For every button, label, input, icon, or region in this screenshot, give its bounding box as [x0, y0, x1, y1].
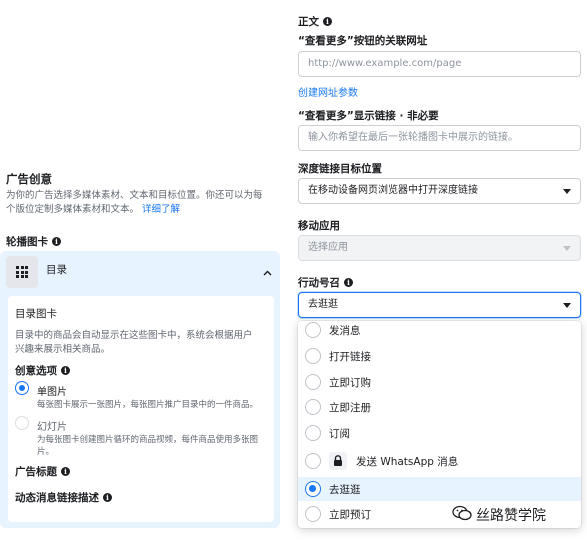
deeplink-label: 深度链接目标位置	[298, 163, 382, 175]
catalog-card-desc-line2: 兴趣来展示相关商品。	[15, 344, 111, 355]
mobile-app-label: 移动应用	[298, 220, 340, 232]
see-more-url-input[interactable]: http://www.example.com/page	[298, 51, 581, 77]
deeplink-select[interactable]: 在移动设备网页浏览器中打开深度链接	[298, 178, 581, 204]
section-desc-line2: 个版位定制多媒体素材和文本。	[6, 204, 140, 215]
cta-option[interactable]: 立即注册	[298, 395, 581, 419]
cta-option-selected[interactable]: 去逛逛	[298, 477, 581, 501]
slideshow-desc-line1: 为每张图卡创建图片循环的商品视频，每件商品使用多张图	[37, 435, 259, 445]
caret-down-icon	[563, 246, 571, 251]
cta-option[interactable]: 订阅	[298, 421, 581, 445]
slideshow-radio[interactable]	[15, 416, 29, 430]
cta-option[interactable]: 发消息	[298, 321, 581, 342]
chevron-up-icon[interactable]	[263, 266, 272, 279]
info-icon[interactable]: i	[103, 493, 112, 502]
cta-label: 行动号召 i	[298, 275, 353, 290]
info-icon[interactable]: i	[344, 278, 353, 287]
see-more-url-label: “查看更多”按钮的关联网址	[298, 35, 428, 47]
radio-icon	[305, 322, 321, 338]
single-image-title: 单图片	[37, 387, 67, 398]
carousel-label: 轮播图卡 i	[6, 234, 61, 249]
catalog-thumbnail	[6, 256, 38, 288]
headline-label: 广告标题 i	[15, 464, 70, 479]
caret-down-icon	[563, 303, 571, 308]
learn-more-link[interactable]: 详细了解	[142, 204, 180, 215]
slideshow-title: 幻灯片	[37, 422, 67, 433]
catalog-card-desc-line1: 目录中的商品会自动显示在这些图卡中，系统会根据用户	[15, 330, 253, 341]
cta-option[interactable]: 打开链接	[298, 344, 581, 368]
lock-icon	[329, 452, 347, 470]
cta-select[interactable]: 去逛逛	[298, 292, 581, 318]
radio-icon	[305, 453, 321, 469]
watermark-text: 丝路赞学院	[476, 508, 546, 524]
see-more-display-input[interactable]: 输入你希望在最后一张轮播图卡中展示的链接。	[298, 125, 581, 151]
radio-icon	[305, 506, 321, 522]
radio-icon	[305, 374, 321, 390]
cta-dropdown-menu: 发消息 打开链接 立即订购 立即注册 订阅 发送 WhatsApp 消息 去逛逛…	[298, 321, 581, 528]
slideshow-desc-line2: 片。	[37, 447, 55, 457]
radio-icon	[305, 399, 321, 415]
cta-option[interactable]: 发送 WhatsApp 消息	[298, 449, 581, 473]
info-icon[interactable]: i	[61, 366, 70, 375]
info-icon[interactable]: i	[61, 467, 70, 476]
wechat-icon	[452, 505, 472, 524]
create-url-params-link[interactable]: 创建网址参数	[298, 84, 358, 99]
section-desc-line1: 为你的广告选择多媒体素材、文本和目标位置。你还可以为每	[6, 190, 263, 201]
info-icon[interactable]: i	[323, 17, 332, 26]
single-image-desc: 每张图卡展示一张图片，每张图片推广目录中的一件商品。	[37, 400, 259, 410]
radio-icon	[305, 425, 321, 441]
see-more-display-label: “查看更多”显示链接 · 非必要	[298, 110, 439, 122]
section-title: 广告创意	[6, 172, 52, 186]
mobile-app-select: 选择应用	[298, 235, 581, 261]
single-image-radio[interactable]	[15, 381, 29, 395]
radio-icon	[305, 348, 321, 364]
dynamic-link-desc-label: 动态消息链接描述 i	[15, 490, 112, 505]
catalog-card-title: 目录图卡	[15, 308, 57, 320]
creative-options-label: 创意选项 i	[15, 363, 70, 378]
caret-down-icon	[563, 189, 571, 194]
grid-icon	[16, 266, 28, 278]
info-icon[interactable]: i	[52, 237, 61, 246]
cta-option[interactable]: 立即订购	[298, 370, 581, 394]
body-label: 正文 i	[298, 14, 332, 29]
catalog-label: 目录	[46, 264, 67, 276]
radio-icon	[305, 481, 321, 497]
